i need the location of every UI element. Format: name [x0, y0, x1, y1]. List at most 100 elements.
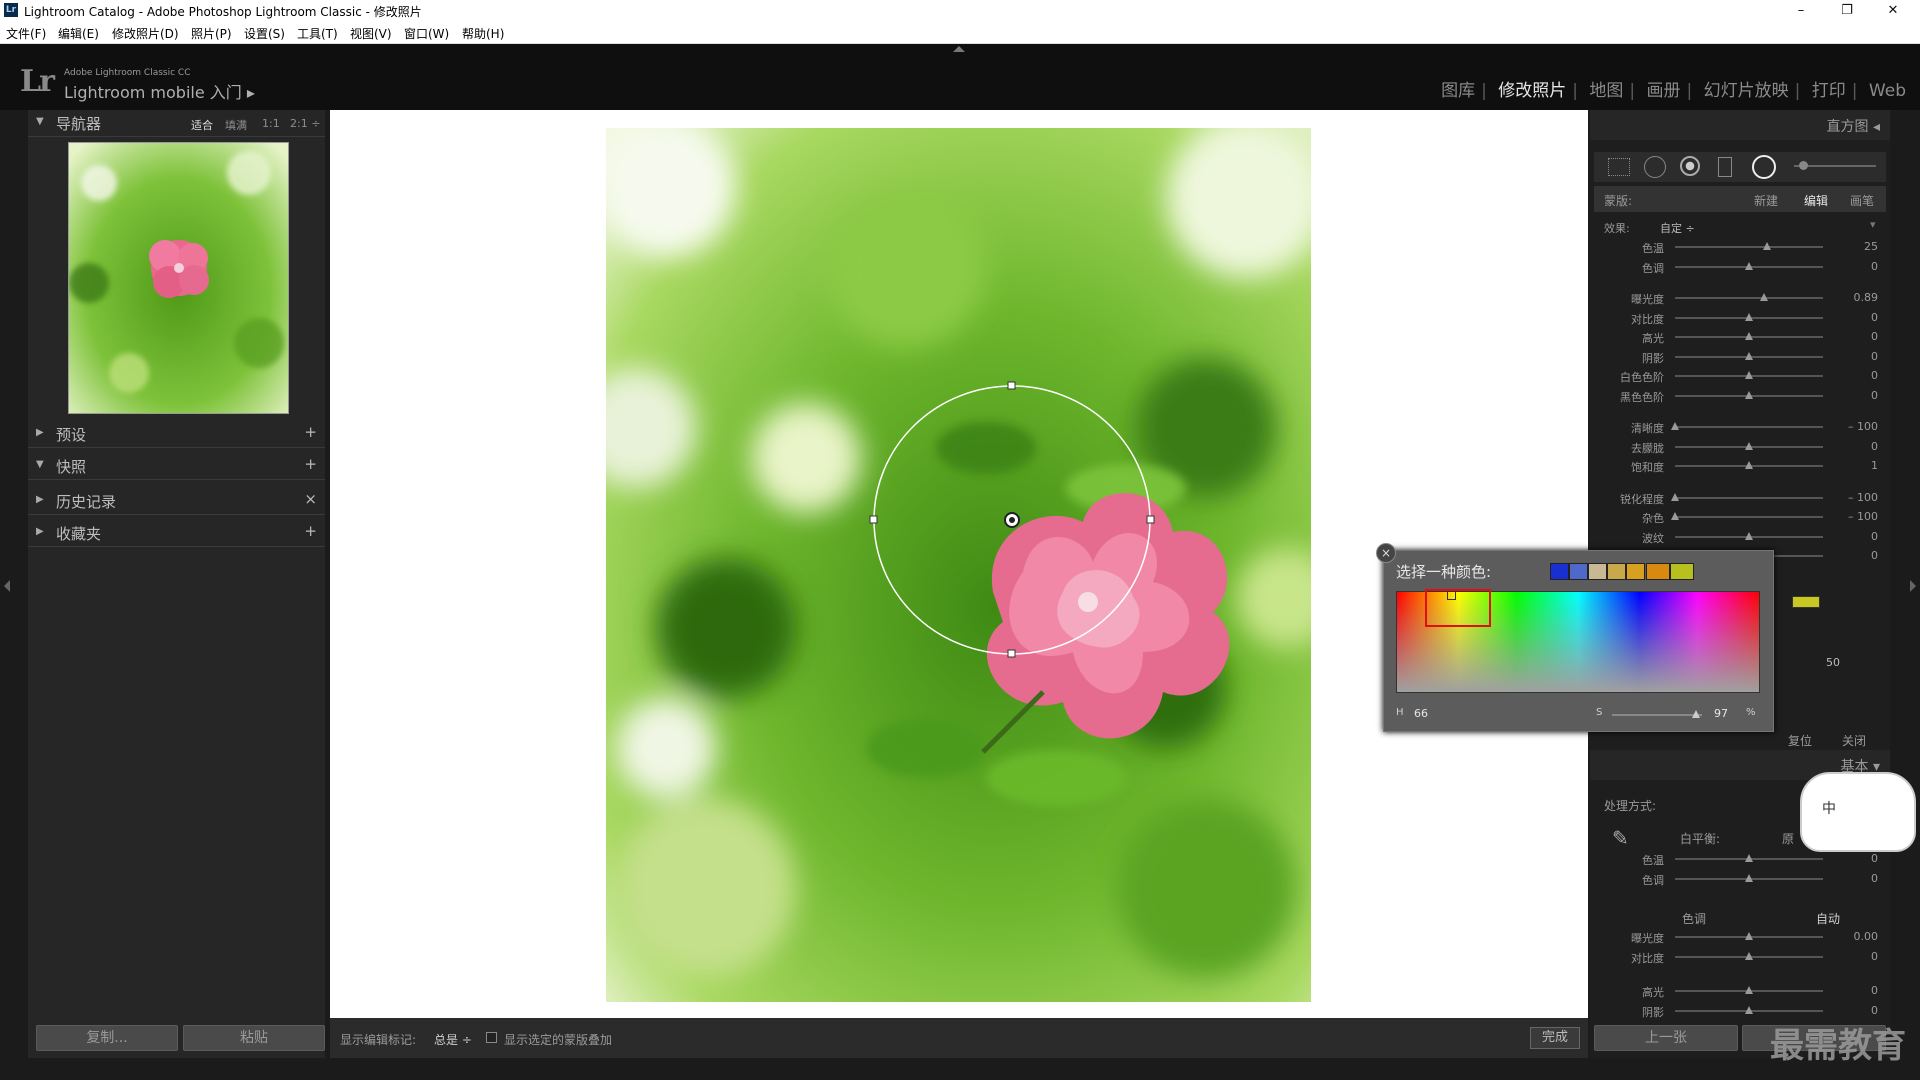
slider-value[interactable]: 0: [1838, 950, 1878, 963]
color-swatch[interactable]: [1626, 563, 1645, 580]
slider-row[interactable]: 锐化程度 – 100: [1590, 489, 1890, 507]
color-swatch[interactable]: [1569, 563, 1588, 580]
wb-select[interactable]: 原: [1782, 830, 1794, 847]
slider-track[interactable]: [1675, 246, 1823, 248]
navigator-thumbnail[interactable]: [68, 142, 289, 414]
main-photo[interactable]: [606, 128, 1311, 1002]
radial-filter-icon[interactable]: [1752, 155, 1776, 179]
module-map[interactable]: 地图: [1589, 81, 1623, 101]
slider-value[interactable]: 0.00: [1838, 930, 1879, 943]
slider-value[interactable]: 25: [1838, 240, 1878, 253]
collections-header[interactable]: ▶ 收藏夹 +: [28, 520, 325, 547]
reset-button[interactable]: 复位: [1788, 732, 1812, 749]
slider-value[interactable]: 0: [1838, 260, 1878, 273]
overlay-checkbox[interactable]: [486, 1032, 497, 1043]
slider-value[interactable]: 0: [1838, 330, 1878, 343]
slider-value[interactable]: – 100: [1838, 491, 1878, 504]
done-button[interactable]: 完成: [1530, 1027, 1580, 1049]
slider-knob[interactable]: [1745, 986, 1753, 994]
zoom-1-1[interactable]: 1:1: [262, 117, 280, 130]
menu-help[interactable]: 帮助(H): [462, 25, 504, 42]
color-spectrum[interactable]: [1396, 589, 1760, 693]
slider-track[interactable]: [1675, 297, 1823, 299]
zoom-fill[interactable]: 填满: [225, 117, 247, 133]
slider-row[interactable]: 波纹 0: [1590, 528, 1890, 546]
slider-value[interactable]: 0: [1838, 369, 1878, 382]
left-collapse-arrow-icon[interactable]: [4, 580, 10, 592]
effect-collapse-icon[interactable]: ▾: [1870, 218, 1876, 231]
slider-row[interactable]: 曝光度 0.00: [1590, 928, 1890, 946]
slider-value[interactable]: – 100: [1838, 510, 1878, 523]
slider-knob[interactable]: [1762, 242, 1771, 250]
slider-row[interactable]: 对比度 0: [1590, 309, 1890, 327]
slider-row[interactable]: 曝光度 0.89: [1590, 289, 1890, 307]
snapshots-header[interactable]: ▼ 快照 +: [28, 453, 325, 480]
saturation-knob[interactable]: [1692, 710, 1700, 718]
menu-tools[interactable]: 工具(T): [297, 25, 338, 42]
module-web[interactable]: Web: [1869, 81, 1906, 101]
slider-value[interactable]: – 100: [1838, 420, 1878, 433]
slider-knob[interactable]: [1745, 332, 1753, 340]
slider-knob[interactable]: [1759, 293, 1768, 301]
eyedropper-icon[interactable]: ✎: [1612, 826, 1629, 850]
module-slideshow[interactable]: 幻灯片放映: [1704, 81, 1789, 101]
slider-knob[interactable]: [1745, 1005, 1753, 1014]
slider-row[interactable]: 高光 0: [1590, 328, 1890, 346]
slider-knob[interactable]: [1745, 951, 1753, 960]
slider-knob[interactable]: [1745, 351, 1753, 360]
menu-file[interactable]: 文件(F): [6, 25, 46, 42]
right-collapse-arrow-icon[interactable]: [1910, 580, 1916, 592]
slider-value[interactable]: 0: [1838, 350, 1878, 363]
slider-row[interactable]: 对比度 0: [1590, 948, 1890, 966]
slider-knob[interactable]: [1671, 422, 1679, 430]
spot-removal-icon[interactable]: [1644, 156, 1666, 178]
menu-settings[interactable]: 设置(S): [244, 25, 285, 42]
slider-knob[interactable]: [1745, 531, 1753, 540]
color-swatch[interactable]: [1550, 563, 1569, 580]
saturation-slider[interactable]: [1612, 714, 1702, 716]
slider-value[interactable]: 0: [1838, 389, 1878, 402]
graduated-filter-icon[interactable]: [1718, 157, 1732, 177]
slider-row[interactable]: 清晰度 – 100: [1590, 418, 1890, 436]
slider-row[interactable]: 白色色阶 0: [1590, 367, 1890, 385]
h-value[interactable]: 66: [1414, 707, 1428, 720]
history-header[interactable]: ▶ 历史记录 ×: [28, 488, 325, 515]
close-icon[interactable]: ×: [1376, 543, 1396, 563]
module-library[interactable]: 图库: [1441, 81, 1475, 101]
auto-button[interactable]: 自动: [1816, 910, 1840, 927]
color-picker-popup[interactable]: × 选择一种颜色: H 66 S 97 %: [1376, 543, 1774, 732]
color-swatch[interactable]: [1670, 563, 1694, 580]
slider-knob[interactable]: [1745, 312, 1753, 321]
add-collection-icon[interactable]: +: [304, 522, 317, 540]
add-snapshot-icon[interactable]: +: [304, 455, 317, 473]
slider-row[interactable]: 高光 0: [1590, 982, 1890, 1000]
color-swatch[interactable]: [1646, 563, 1670, 580]
color-swatch[interactable]: [1792, 596, 1820, 608]
module-book[interactable]: 画册: [1647, 81, 1681, 101]
slider-value[interactable]: 0: [1838, 852, 1878, 865]
presets-header[interactable]: ▶ 预设 +: [28, 421, 325, 448]
slider-row[interactable]: 饱和度 1: [1590, 457, 1890, 475]
s-value[interactable]: 97: [1714, 707, 1728, 720]
collapse-top-arrow-icon[interactable]: [953, 46, 965, 52]
histogram-header[interactable]: 直方图 ◂: [1590, 110, 1890, 140]
color-swatch[interactable]: [1588, 563, 1607, 580]
slider-value[interactable]: 0: [1838, 1004, 1878, 1017]
effect-select[interactable]: 自定 ÷: [1660, 220, 1695, 236]
menu-edit[interactable]: 编辑(E): [58, 25, 99, 42]
mask-edit[interactable]: 编辑: [1804, 192, 1828, 209]
slider-value[interactable]: 0: [1838, 440, 1878, 453]
slider-knob[interactable]: [1745, 441, 1753, 450]
slider-row[interactable]: 去朦胧 0: [1590, 438, 1890, 456]
zoom-fit[interactable]: 适合: [191, 117, 213, 133]
slider-row[interactable]: 色温 25: [1590, 238, 1890, 256]
menu-view[interactable]: 视图(V): [350, 25, 392, 42]
module-print[interactable]: 打印: [1812, 81, 1846, 101]
slider-row[interactable]: 色调 0: [1590, 870, 1890, 888]
maximize-button[interactable]: ❐: [1824, 0, 1870, 22]
slider-row[interactable]: 黑色色阶 0: [1590, 387, 1890, 405]
add-preset-icon[interactable]: +: [304, 423, 317, 441]
zoom-2-1[interactable]: 2:1 ÷: [290, 117, 320, 130]
paste-button[interactable]: 粘贴: [183, 1025, 325, 1051]
slider-row[interactable]: 色调 0: [1590, 258, 1890, 276]
